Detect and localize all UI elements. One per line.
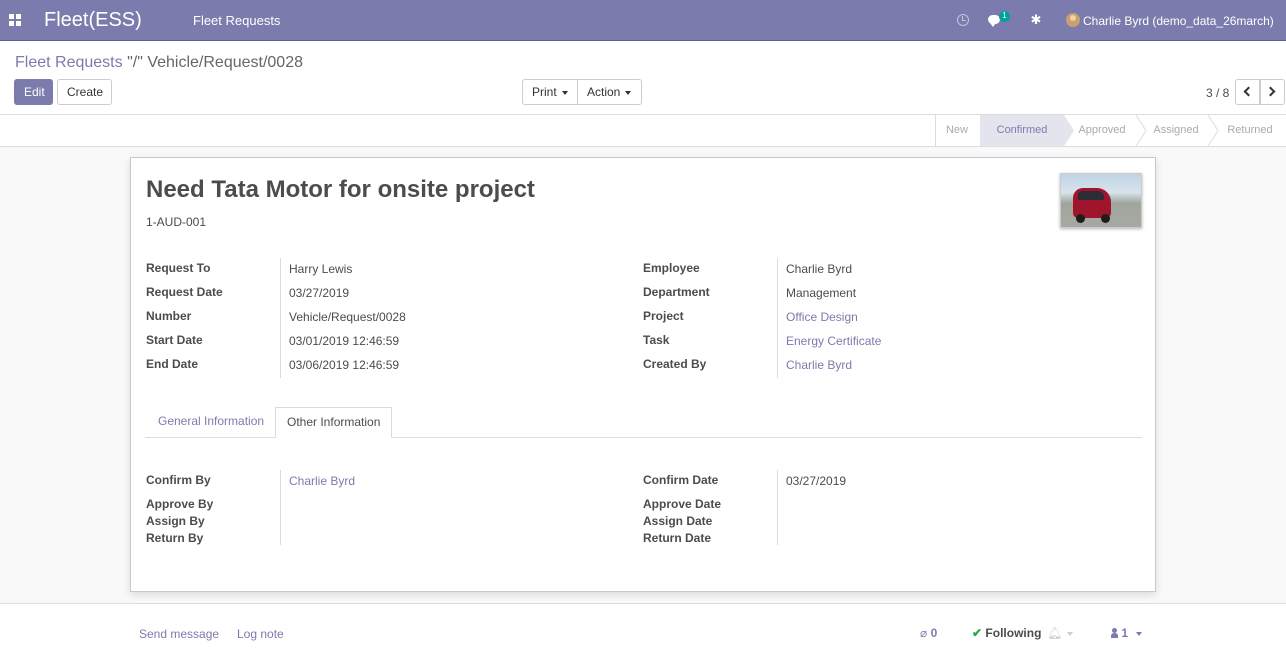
field-divider bbox=[777, 258, 778, 378]
followers-button[interactable]: 1 bbox=[1111, 626, 1143, 640]
statusbar: New Confirmed Approved Assigned Returned bbox=[0, 115, 1286, 147]
bell-icon: 🔔︎ bbox=[1047, 626, 1063, 640]
following-button[interactable]: ✔ Following bbox=[972, 626, 1041, 640]
chevron-left-icon bbox=[1243, 86, 1254, 97]
stage-assigned[interactable]: Assigned bbox=[1144, 115, 1208, 146]
stage-returned[interactable]: Returned bbox=[1218, 115, 1282, 146]
attachments-count: 0 bbox=[930, 626, 938, 640]
vehicle-image[interactable] bbox=[1060, 173, 1142, 228]
following-label: Following bbox=[985, 626, 1042, 640]
pager-previous-button[interactable] bbox=[1235, 79, 1260, 105]
value-start-date[interactable]: 03/01/2019 12:46:59 bbox=[289, 334, 399, 348]
label-return-date: Return Date bbox=[643, 531, 712, 545]
field-divider bbox=[777, 470, 778, 545]
label-task: Task bbox=[643, 333, 670, 347]
breadcrumb-current: Vehicle/Request/0028 bbox=[147, 54, 303, 71]
notification-bell-dropdown[interactable]: 🔔︎ bbox=[1047, 626, 1074, 640]
label-confirm-by: Confirm By bbox=[146, 473, 211, 487]
chat-counter-badge: 1 bbox=[999, 11, 1010, 22]
caret-down-icon bbox=[561, 90, 568, 95]
print-dropdown-button[interactable]: Print bbox=[522, 79, 578, 105]
car-wheel-shape bbox=[1076, 214, 1085, 223]
chatter-bar: Send message Log note ⌀ 0 ✔ Following 🔔︎… bbox=[0, 603, 1286, 668]
record-title: Need Tata Motor for onsite project bbox=[146, 176, 535, 203]
log-note-button[interactable]: Log note bbox=[237, 627, 284, 641]
activity-clock-icon[interactable] bbox=[957, 14, 969, 26]
caret-down-icon bbox=[625, 90, 632, 95]
tab-general-information[interactable]: General Information bbox=[147, 407, 275, 437]
label-return-by: Return By bbox=[146, 531, 204, 545]
paperclip-icon: ⌀ bbox=[920, 626, 928, 640]
tab-other-information[interactable]: Other Information bbox=[275, 407, 393, 438]
label-end-date: End Date bbox=[146, 357, 199, 371]
debug-bug-icon[interactable]: ✱ bbox=[1030, 13, 1042, 27]
caret-down-icon bbox=[1067, 631, 1074, 636]
person-icon bbox=[1111, 628, 1118, 638]
value-confirm-date[interactable]: 03/27/2019 bbox=[786, 474, 846, 488]
action-dropdown-button[interactable]: Action bbox=[577, 79, 642, 105]
stage-new[interactable]: New bbox=[936, 115, 978, 146]
link-task[interactable]: Energy Certificate bbox=[786, 334, 881, 348]
record-code: 1-AUD-001 bbox=[146, 215, 207, 229]
stage-approved[interactable]: Approved bbox=[1068, 115, 1136, 146]
user-avatar[interactable] bbox=[1066, 13, 1080, 27]
value-number[interactable]: Vehicle/Request/0028 bbox=[289, 310, 406, 324]
apps-grid-icon[interactable] bbox=[9, 14, 21, 26]
check-icon: ✔ bbox=[972, 626, 983, 640]
car-wheel-shape bbox=[1101, 214, 1110, 223]
label-number: Number bbox=[146, 309, 192, 323]
breadcrumb: Fleet Requests "/" Vehicle/Request/0028 bbox=[15, 54, 303, 72]
car-window-shape bbox=[1078, 191, 1104, 200]
label-request-date: Request Date bbox=[146, 285, 223, 299]
breadcrumb-separator: "/" bbox=[127, 54, 143, 71]
label-start-date: Start Date bbox=[146, 333, 203, 347]
pager-value[interactable]: 3 / 8 bbox=[1206, 86, 1229, 100]
app-brand[interactable]: Fleet(ESS) bbox=[44, 9, 142, 32]
print-label: Print bbox=[532, 85, 557, 99]
label-department: Department bbox=[643, 285, 710, 299]
label-approve-by: Approve By bbox=[146, 497, 214, 511]
field-divider bbox=[280, 470, 281, 545]
stage-arrow-separator bbox=[1208, 115, 1218, 146]
menu-fleet-requests[interactable]: Fleet Requests bbox=[193, 13, 280, 28]
value-department[interactable]: Management bbox=[786, 286, 856, 300]
form-sheet: Need Tata Motor for onsite project 1-AUD… bbox=[130, 157, 1156, 592]
link-created-by[interactable]: Charlie Byrd bbox=[786, 358, 852, 372]
value-request-date[interactable]: 03/27/2019 bbox=[289, 286, 349, 300]
label-project: Project bbox=[643, 309, 684, 323]
link-confirm-by[interactable]: Charlie Byrd bbox=[289, 474, 355, 488]
label-assign-date: Assign Date bbox=[643, 514, 713, 528]
attachments-button[interactable]: ⌀ 0 bbox=[920, 626, 937, 640]
top-navbar: Fleet(ESS) Fleet Requests 1 ✱ Charlie By… bbox=[0, 0, 1286, 41]
action-label: Action bbox=[587, 85, 621, 99]
link-project[interactable]: Office Design bbox=[786, 310, 858, 324]
value-end-date[interactable]: 03/06/2019 12:46:59 bbox=[289, 358, 399, 372]
label-created-by: Created By bbox=[643, 357, 707, 371]
pager-next-button[interactable] bbox=[1260, 79, 1285, 105]
notebook-tabs: General Information Other Information bbox=[145, 407, 1142, 438]
caret-down-icon bbox=[1136, 631, 1143, 636]
breadcrumb-parent[interactable]: Fleet Requests bbox=[15, 54, 123, 71]
edit-button[interactable]: Edit bbox=[14, 79, 53, 105]
followers-count: 1 bbox=[1121, 626, 1129, 640]
user-menu-name[interactable]: Charlie Byrd (demo_data_26march) bbox=[1083, 14, 1274, 28]
control-panel: Fleet Requests "/" Vehicle/Request/0028 … bbox=[0, 41, 1286, 115]
label-request-to: Request To bbox=[146, 261, 211, 275]
create-button[interactable]: Create bbox=[57, 79, 112, 105]
label-confirm-date: Confirm Date bbox=[643, 473, 719, 487]
value-request-to[interactable]: Harry Lewis bbox=[289, 262, 352, 276]
label-approve-date: Approve Date bbox=[643, 497, 722, 511]
stage-confirmed[interactable]: Confirmed bbox=[980, 115, 1064, 146]
label-employee: Employee bbox=[643, 261, 700, 275]
send-message-button[interactable]: Send message bbox=[139, 627, 219, 641]
label-assign-by: Assign By bbox=[146, 514, 205, 528]
chevron-right-icon bbox=[1265, 86, 1276, 97]
field-divider bbox=[280, 258, 281, 378]
value-employee[interactable]: Charlie Byrd bbox=[786, 262, 852, 276]
